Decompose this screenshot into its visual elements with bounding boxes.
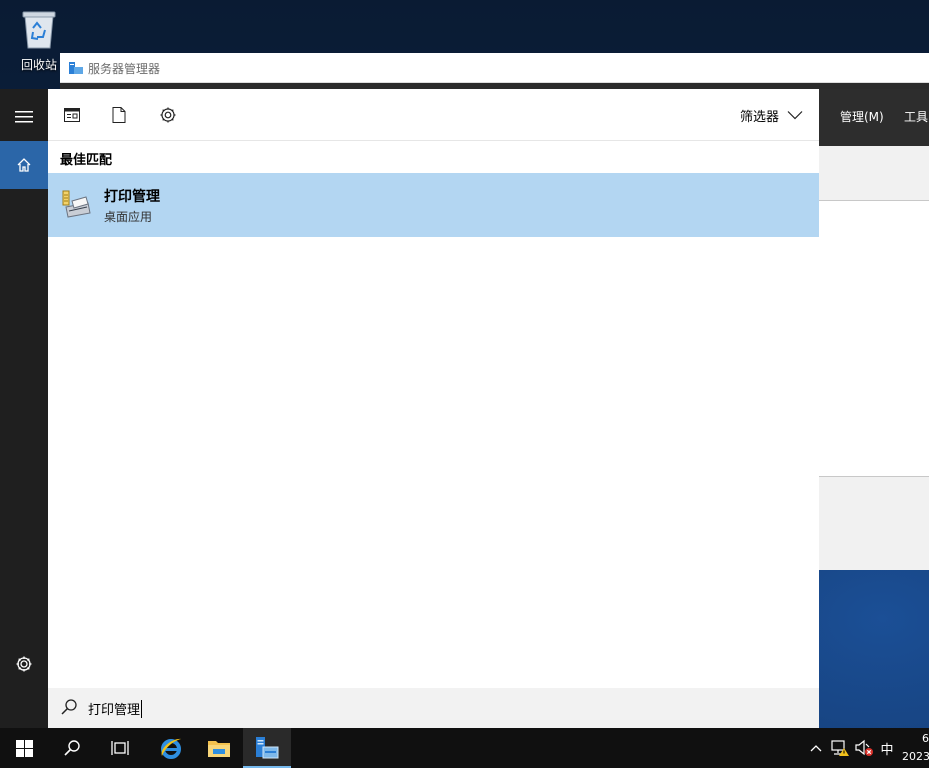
taskbar: 中 6 2023 bbox=[0, 728, 929, 768]
result-subtitle: 桌面应用 bbox=[104, 210, 153, 224]
network-warning-icon bbox=[831, 740, 849, 756]
task-view-icon bbox=[111, 741, 129, 755]
internet-explorer-icon bbox=[161, 738, 181, 759]
recycle-bin-shortcut[interactable]: 回收站 bbox=[14, 8, 64, 73]
file-explorer-button[interactable] bbox=[195, 728, 243, 768]
input-method-indicator[interactable]: 中 bbox=[877, 728, 897, 768]
home-icon bbox=[17, 158, 31, 172]
menu-manage[interactable]: 管理(M) bbox=[840, 108, 884, 125]
best-match-result[interactable]: 打印管理 桌面应用 bbox=[48, 173, 819, 237]
filter-dropdown[interactable]: 筛选器 bbox=[740, 105, 803, 125]
server-manager-menubar: 管理(M) 工具 bbox=[818, 89, 929, 146]
filter-label: 筛选器 bbox=[739, 109, 779, 125]
chevron-down-icon bbox=[787, 111, 803, 120]
text-caret bbox=[141, 700, 143, 718]
gear-icon bbox=[16, 656, 32, 672]
settings-button[interactable] bbox=[0, 640, 48, 688]
clock[interactable]: 6 2023 bbox=[902, 730, 929, 766]
search-icon bbox=[64, 740, 80, 756]
start-rail bbox=[0, 89, 48, 728]
hamburger-icon bbox=[15, 111, 33, 123]
documents-icon bbox=[112, 107, 126, 123]
search-panel: 筛选器 最佳匹配 打印管理 桌面应用 打印管理 bbox=[48, 89, 819, 728]
home-button[interactable] bbox=[0, 141, 48, 189]
server-manager-icon bbox=[69, 62, 83, 74]
best-match-header: 最佳匹配 bbox=[60, 153, 113, 168]
server-manager-titlebar[interactable]: 服务器管理器 bbox=[60, 53, 929, 83]
volume-muted-icon bbox=[855, 739, 873, 756]
expand-button[interactable] bbox=[0, 93, 48, 141]
search-box[interactable]: 打印管理 bbox=[48, 688, 819, 728]
start-button[interactable] bbox=[0, 728, 48, 768]
internet-explorer-button[interactable] bbox=[147, 728, 195, 768]
print-management-icon bbox=[62, 190, 91, 218]
search-icon bbox=[61, 699, 77, 715]
recycle-bin-icon bbox=[22, 11, 56, 49]
server-manager-panel bbox=[818, 200, 929, 477]
clock-date: 2023 bbox=[902, 750, 929, 763]
settings-icon bbox=[160, 107, 176, 123]
search-query: 打印管理 bbox=[88, 703, 141, 718]
apps-icon bbox=[64, 108, 80, 122]
window-title: 服务器管理器 bbox=[88, 62, 161, 76]
recycle-bin-label: 回收站 bbox=[20, 58, 57, 72]
chevron-up-icon bbox=[810, 745, 822, 752]
search-toolbar: 筛选器 bbox=[48, 89, 819, 141]
search-input[interactable]: 打印管理 bbox=[88, 699, 143, 718]
result-title: 打印管理 bbox=[104, 189, 160, 205]
server-manager-taskbar-button[interactable] bbox=[243, 728, 291, 768]
server-manager-icon bbox=[256, 737, 279, 759]
settings-filter-button[interactable] bbox=[158, 105, 178, 125]
show-hidden-icons-button[interactable] bbox=[806, 728, 826, 768]
apps-filter-button[interactable] bbox=[62, 105, 82, 125]
windows-start-icon bbox=[15, 739, 33, 757]
menu-tools[interactable]: 工具 bbox=[904, 108, 928, 125]
task-view-button[interactable] bbox=[96, 728, 144, 768]
network-status-button[interactable] bbox=[829, 728, 851, 768]
documents-filter-button[interactable] bbox=[109, 105, 129, 125]
volume-button[interactable] bbox=[853, 728, 875, 768]
clock-time: 6 bbox=[922, 732, 929, 745]
file-explorer-icon bbox=[208, 741, 230, 757]
taskbar-search-button[interactable] bbox=[48, 728, 96, 768]
